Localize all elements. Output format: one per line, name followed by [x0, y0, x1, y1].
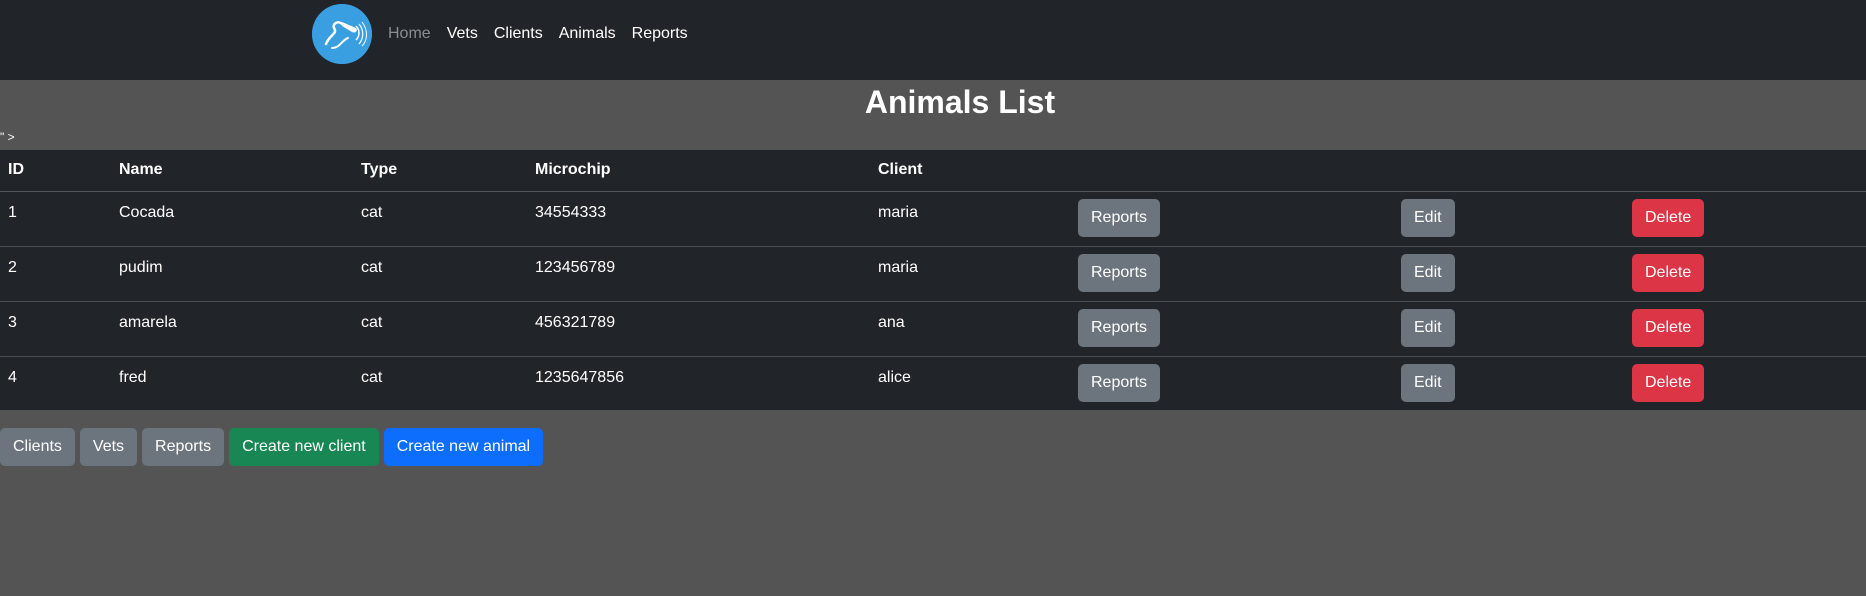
cell-name: fred: [119, 368, 147, 386]
row-reports-button[interactable]: Reports: [1078, 308, 1161, 347]
row-edit-button[interactable]: Edit: [1401, 198, 1455, 237]
table-row: 4 fred cat 1235647856 alice Reports Edit…: [0, 356, 1866, 411]
nav-link-home[interactable]: Home: [388, 24, 431, 46]
cell-microchip: 456321789: [527, 301, 870, 357]
row-delete-button[interactable]: Delete: [1632, 308, 1705, 347]
create-animal-button[interactable]: Create new animal: [383, 428, 544, 466]
header-name: Name: [111, 150, 353, 192]
cell-microchip: 1235647856: [535, 368, 624, 386]
stray-text: " >: [0, 130, 15, 144]
footer-buttons: Clients Vets Reports Create new client C…: [0, 428, 544, 466]
row-delete-button[interactable]: Delete: [1632, 363, 1705, 402]
row-edit-button[interactable]: Edit: [1401, 253, 1455, 292]
row-delete-button[interactable]: Delete: [1632, 253, 1705, 292]
nav-link-animals[interactable]: Animals: [559, 24, 616, 46]
header-type: Type: [353, 150, 527, 192]
cell-type: cat: [353, 191, 527, 247]
vets-button[interactable]: Vets: [79, 428, 138, 466]
cell-client: maria: [870, 246, 1070, 302]
cell-microchip: 123456789: [527, 246, 870, 302]
animals-table: ID Name Type Microchip Client 1 Cocada c…: [0, 150, 1866, 410]
nav-link-vets[interactable]: Vets: [447, 24, 478, 46]
cell-id: 3: [0, 301, 111, 357]
cell-microchip: 34554333: [527, 191, 870, 247]
table-row: 3 amarela cat 456321789 ana Reports Edit…: [0, 301, 1866, 357]
cell-id: 4: [8, 368, 17, 386]
nav-link-reports[interactable]: Reports: [632, 24, 688, 46]
nav-links: Home Vets Clients Animals Reports: [388, 24, 704, 46]
cell-id: 1: [0, 191, 111, 247]
cell-id: 2: [0, 246, 111, 302]
cell-type: cat: [353, 246, 527, 302]
cell-type: cat: [353, 301, 527, 357]
reports-button[interactable]: Reports: [142, 428, 225, 466]
cell-name: Cocada: [111, 191, 353, 247]
navbar: Home Vets Clients Animals Reports: [0, 0, 1866, 80]
row-reports-button[interactable]: Reports: [1078, 198, 1161, 237]
row-delete-button[interactable]: Delete: [1632, 198, 1705, 237]
cell-client: ana: [870, 301, 1070, 357]
stethoscope-logo-icon[interactable]: [312, 4, 372, 64]
page-title: Animals List: [864, 84, 1056, 120]
cell-client: maria: [870, 191, 1070, 247]
row-edit-button[interactable]: Edit: [1401, 308, 1455, 347]
table-row: 1 Cocada cat 34554333 maria Reports Edit…: [0, 191, 1866, 247]
header-microchip: Microchip: [527, 150, 870, 192]
cell-name: amarela: [111, 301, 353, 357]
nav-link-clients[interactable]: Clients: [494, 24, 543, 46]
header-id: ID: [0, 150, 111, 192]
row-reports-button[interactable]: Reports: [1078, 253, 1161, 292]
create-client-button[interactable]: Create new client: [229, 428, 379, 466]
row-edit-button[interactable]: Edit: [1401, 363, 1455, 402]
cell-name: pudim: [111, 246, 353, 302]
table-row: 2 pudim cat 123456789 maria Reports Edit…: [0, 246, 1866, 302]
row-reports-button[interactable]: Reports: [1078, 363, 1161, 402]
cell-type: cat: [361, 368, 383, 386]
clients-button[interactable]: Clients: [0, 428, 75, 466]
cell-client: alice: [878, 368, 911, 386]
header-client: Client: [870, 150, 1070, 192]
table-header-row: ID Name Type Microchip Client: [0, 150, 1866, 192]
